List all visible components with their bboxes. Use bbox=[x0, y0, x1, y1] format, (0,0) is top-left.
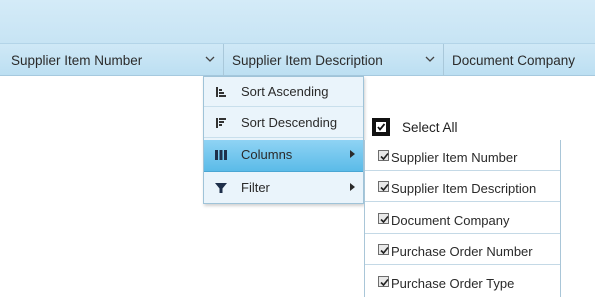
checkbox-checked-icon[interactable] bbox=[378, 213, 389, 224]
column-header-supplier-item-description[interactable]: Supplier Item Description bbox=[224, 44, 444, 76]
column-toggle-label: Document Company bbox=[391, 213, 510, 228]
menu-item-columns[interactable]: Columns bbox=[204, 140, 363, 172]
columns-icon bbox=[215, 150, 227, 160]
column-header-label: Document Company bbox=[452, 52, 576, 68]
column-header-label: Supplier Item Number bbox=[11, 52, 143, 68]
checkbox-checked-icon bbox=[372, 118, 390, 136]
menu-item-label: Filter bbox=[241, 180, 270, 195]
grid-header-row: Supplier Item Number Supplier Item Descr… bbox=[0, 44, 595, 76]
checkbox-checked-icon[interactable] bbox=[378, 244, 389, 255]
menu-item-label: Sort Descending bbox=[241, 115, 338, 130]
column-toggle-label: Purchase Order Number bbox=[391, 244, 533, 259]
menu-item-sort-ascending[interactable]: Sort Ascending bbox=[204, 77, 363, 107]
column-header-supplier-item-number[interactable]: Supplier Item Number bbox=[3, 44, 224, 76]
menu-item-label: Sort Ascending bbox=[241, 84, 329, 99]
select-all-label: Select All bbox=[402, 119, 458, 135]
column-header-document-company[interactable]: Document Company bbox=[444, 44, 595, 76]
checkbox-checked-icon[interactable] bbox=[378, 150, 389, 161]
chevron-down-icon[interactable] bbox=[203, 52, 217, 66]
select-all-checkbox[interactable]: Select All bbox=[372, 117, 458, 137]
menu-item-label: Columns bbox=[241, 147, 293, 162]
column-toggle-label: Supplier Item Number bbox=[391, 150, 518, 165]
column-toggle-item[interactable]: Purchase Order Number bbox=[365, 234, 560, 265]
column-toggle-item[interactable]: Document Company bbox=[365, 203, 560, 234]
submenu-arrow-icon bbox=[350, 183, 355, 191]
menu-item-filter[interactable]: Filter bbox=[204, 173, 363, 204]
sort-descending-icon bbox=[216, 118, 226, 128]
chevron-down-icon[interactable] bbox=[423, 52, 437, 66]
checkbox-checked-icon[interactable] bbox=[378, 276, 389, 287]
column-toggle-item[interactable]: Supplier Item Number bbox=[365, 140, 560, 171]
menu-item-sort-descending[interactable]: Sort Descending bbox=[204, 108, 363, 138]
column-header-label: Supplier Item Description bbox=[232, 52, 383, 68]
sort-ascending-icon bbox=[216, 87, 226, 97]
column-toggle-item[interactable]: Purchase Order Type bbox=[365, 266, 560, 297]
column-toggle-label: Supplier Item Description bbox=[391, 181, 537, 196]
columns-submenu: Supplier Item Number Supplier Item Descr… bbox=[364, 140, 561, 297]
column-toggle-item[interactable]: Supplier Item Description bbox=[365, 171, 560, 202]
checkbox-checked-icon[interactable] bbox=[378, 181, 389, 192]
filter-icon bbox=[215, 183, 227, 193]
grid-toolbar bbox=[0, 0, 595, 44]
column-toggle-label: Purchase Order Type bbox=[391, 276, 515, 291]
column-menu: Sort Ascending Sort Descending Columns F… bbox=[203, 76, 364, 204]
submenu-arrow-icon bbox=[350, 150, 355, 158]
